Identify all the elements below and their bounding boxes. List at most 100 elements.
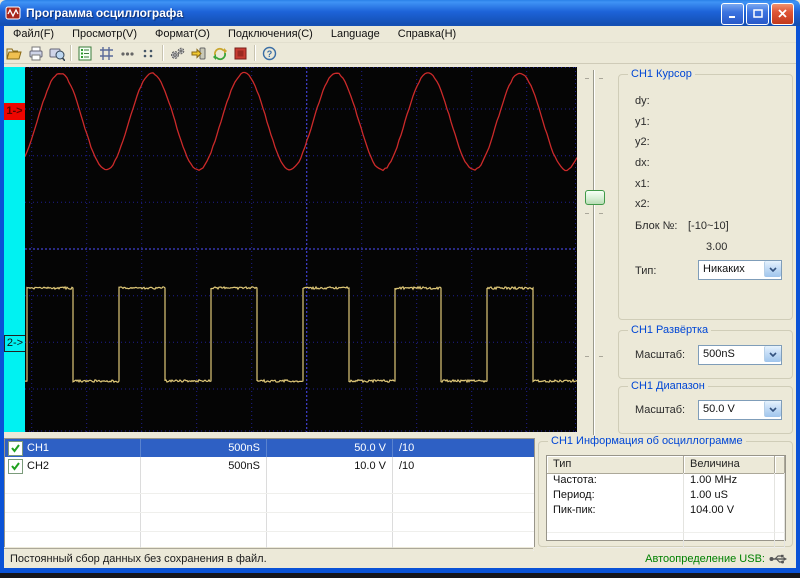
slider-thumb[interactable]	[585, 190, 605, 205]
channels-table: CH1 500nS 50.0 V /10 CH2 500nS 10.0 V /1…	[4, 438, 535, 547]
table-row-ch2[interactable]: CH2 500nS 10.0 V /10	[5, 457, 534, 475]
minimize-button[interactable]	[721, 3, 744, 25]
usb-icon	[769, 553, 787, 565]
help-icon: ?	[262, 46, 277, 61]
cursor-type-label: Тип:	[635, 265, 656, 277]
toolbar: ?	[4, 43, 796, 64]
cursor-x1-label: x1:	[635, 178, 650, 190]
grid-button[interactable]	[96, 44, 117, 63]
slider-tick	[585, 213, 589, 214]
table-row-ch1[interactable]: CH1 500nS 50.0 V /10	[5, 439, 534, 457]
channel-timebase: 500nS	[141, 439, 267, 457]
connect-device-button[interactable]	[188, 44, 209, 63]
cursor-dots-icon	[120, 46, 135, 61]
info-row-peak: Пик-пик:104.00 V	[547, 503, 785, 518]
usb-status: Автоопределение USB:	[535, 549, 791, 569]
ch2-trigger-marker[interactable]: 2->	[4, 335, 26, 352]
info-col-value: Величина	[684, 456, 775, 474]
range-panel: CH1 Диапазон Масштаб: 50.0 V	[618, 386, 793, 434]
channel-timebase: 500nS	[141, 457, 267, 475]
align-points-button[interactable]	[138, 44, 159, 63]
table-row-empty	[5, 475, 534, 494]
ch1-trigger-marker[interactable]: 1->	[4, 103, 25, 120]
stop-icon	[234, 47, 247, 60]
stop-acquisition-button[interactable]	[230, 44, 251, 63]
slider-tick	[585, 356, 589, 357]
check-icon	[10, 443, 21, 454]
menu-language[interactable]: Language	[322, 26, 389, 42]
chevron-down-icon[interactable]	[764, 261, 781, 277]
sweep-panel-title: CH1 Развёртка	[628, 324, 711, 337]
cursor-y2-label: y2:	[635, 136, 650, 148]
toolbar-separator	[162, 45, 164, 61]
sweep-scale-select[interactable]: 500nS	[698, 345, 782, 365]
toolbar-separator	[254, 45, 256, 61]
ch1-checkbox[interactable]	[8, 441, 23, 456]
range-scale-label: Масштаб:	[635, 404, 685, 416]
cursor-dx-label: dx:	[635, 157, 650, 169]
scope-display[interactable]	[25, 67, 577, 432]
usb-status-label: Автоопределение USB:	[645, 553, 765, 565]
info-panel-title: CH1 Информация об осциллограмме	[548, 435, 746, 448]
menu-help[interactable]: Справка(H)	[389, 26, 465, 42]
info-col-type: Тип	[547, 456, 684, 474]
print-button[interactable]	[25, 44, 46, 63]
menu-bar: Файл(F) Просмотр(V) Формат(O) Подключени…	[4, 26, 796, 43]
slider-tick	[599, 356, 603, 357]
channel-list-button[interactable]	[75, 44, 96, 63]
desktop-edge	[0, 573, 800, 578]
info-row-period: Период:1.00 uS	[547, 488, 785, 503]
refresh-icon	[212, 46, 228, 61]
chevron-down-icon[interactable]	[764, 346, 781, 362]
print-icon	[28, 46, 44, 61]
cursor-type-select[interactable]: Никаких	[698, 260, 782, 280]
block-current-value: 3.00	[706, 241, 727, 253]
help-button[interactable]: ?	[259, 44, 280, 63]
check-icon	[10, 461, 21, 472]
window-border	[0, 26, 4, 573]
cursor-dy-label: dy:	[635, 95, 650, 107]
channel-range: 50.0 V	[267, 439, 393, 457]
settings-gears-button[interactable]	[167, 44, 188, 63]
align-points-icon	[142, 47, 155, 60]
minimize-icon	[728, 9, 738, 19]
slider-track[interactable]	[593, 70, 595, 438]
refresh-connection-button[interactable]	[209, 44, 230, 63]
slider-tick	[599, 78, 603, 79]
channel-probe: /10	[393, 439, 534, 457]
cursor-panel: CH1 Курсор dy: y1: y2: dx: x1: x2: Блок …	[618, 74, 793, 320]
toolbar-separator	[70, 45, 72, 61]
cursor-x2-label: x2:	[635, 198, 650, 210]
menu-connections[interactable]: Подключения(C)	[219, 26, 322, 42]
info-row-frequency: Частота:1.00 MHz	[547, 473, 785, 488]
close-button[interactable]	[771, 3, 794, 25]
channel-marker-strip: 1-> 2->	[4, 67, 25, 432]
open-button[interactable]	[4, 44, 25, 63]
print-preview-button[interactable]	[46, 44, 67, 63]
menu-file[interactable]: Файл(F)	[4, 26, 63, 42]
open-folder-icon	[6, 46, 23, 61]
app-window: Программа осциллографа Файл(F) Просмотр(…	[0, 0, 800, 578]
grid-icon	[99, 46, 114, 61]
menu-view[interactable]: Просмотр(V)	[63, 26, 146, 42]
info-panel: CH1 Информация об осциллограмме Тип Вели…	[538, 441, 793, 547]
block-number-label: Блок №:	[635, 220, 677, 232]
channel-name: CH1	[27, 439, 49, 457]
print-preview-icon	[49, 46, 65, 61]
maximize-button[interactable]	[746, 3, 769, 25]
app-icon	[5, 5, 21, 21]
window-border	[796, 26, 800, 573]
table-row-empty	[5, 494, 534, 513]
ch2-checkbox[interactable]	[8, 459, 23, 474]
window-title: Программа осциллографа	[26, 6, 183, 20]
sweep-scale-label: Масштаб:	[635, 349, 685, 361]
channel-name: CH2	[27, 457, 49, 475]
slider-tick	[599, 213, 603, 214]
maximize-icon	[753, 9, 763, 19]
chevron-down-icon[interactable]	[764, 401, 781, 417]
table-row-empty	[5, 513, 534, 532]
menu-format[interactable]: Формат(O)	[146, 26, 219, 42]
range-scale-select[interactable]: 50.0 V	[698, 400, 782, 420]
cursor-y1-label: y1:	[635, 116, 650, 128]
cursor-dots-button[interactable]	[117, 44, 138, 63]
